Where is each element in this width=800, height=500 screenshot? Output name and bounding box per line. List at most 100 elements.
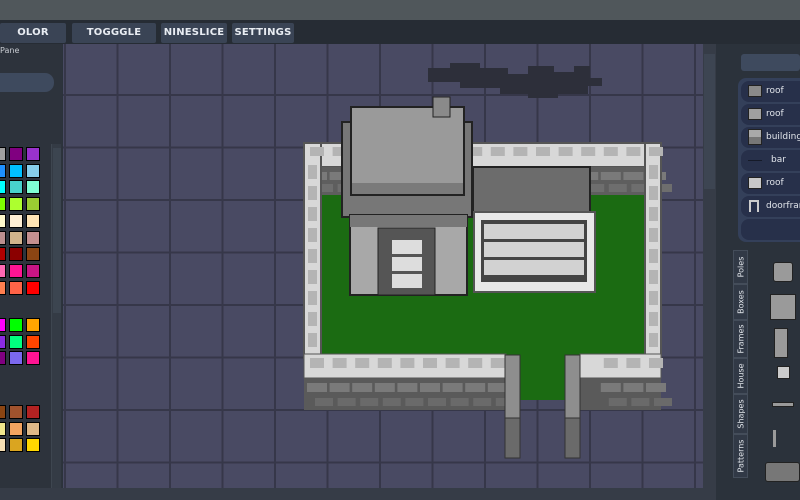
color-swatch[interactable]: [0, 147, 6, 161]
color-swatch[interactable]: [9, 334, 23, 349]
shape-thumbnail[interactable]: [773, 430, 776, 447]
color-swatch[interactable]: [9, 180, 23, 195]
color-swatch[interactable]: [0, 421, 6, 436]
wall-block: [308, 291, 317, 305]
wall-block: [468, 358, 483, 368]
color-swatch[interactable]: [0, 405, 6, 419]
shape-thumbnail[interactable]: [772, 402, 794, 407]
color-swatch[interactable]: [26, 318, 40, 332]
layer-item[interactable]: roof: [741, 81, 800, 102]
tab-shapes[interactable]: Shapes: [733, 394, 748, 434]
shape-thumbnail[interactable]: [773, 262, 793, 282]
color-swatch[interactable]: [9, 147, 23, 161]
wall-block: [603, 147, 618, 156]
color-panel-button[interactable]: OLOR PANEL: [0, 23, 66, 58]
color-swatch[interactable]: [26, 180, 40, 195]
tab-frames[interactable]: Frames: [733, 320, 748, 358]
layer-item[interactable]: building: [741, 127, 800, 148]
tab-boxes[interactable]: Boxes: [733, 284, 748, 320]
color-swatch[interactable]: [0, 263, 6, 278]
color-swatch[interactable]: [9, 318, 23, 332]
shape-thumbnail[interactable]: [770, 294, 796, 320]
roof-swatch-icon: [748, 85, 762, 97]
color-swatch[interactable]: [26, 280, 40, 295]
wall-block: [646, 383, 666, 392]
layer-item[interactable]: roof: [741, 104, 800, 125]
tab-poles[interactable]: Poles: [733, 250, 748, 284]
color-swatch[interactable]: [26, 351, 40, 366]
layer-item[interactable]: [741, 219, 800, 240]
color-swatch[interactable]: [26, 438, 40, 453]
color-swatch[interactable]: [9, 405, 23, 419]
scroll-thumb[interactable]: [704, 54, 715, 189]
bar-line-icon: [748, 160, 762, 161]
layer-item[interactable]: bar: [741, 150, 800, 171]
color-swatch[interactable]: [9, 280, 23, 295]
color-swatch[interactable]: [26, 421, 40, 436]
wall-block: [626, 358, 641, 368]
color-swatch[interactable]: [9, 213, 23, 228]
tab-patterns[interactable]: Patterns: [733, 434, 748, 478]
color-swatch[interactable]: [0, 334, 6, 349]
wall-block: [308, 228, 317, 242]
toolbar: OLOR PANEL TOGGGLE GRID NINESLICE SETTIN…: [0, 20, 800, 58]
nineslice-button[interactable]: NINESLICE: [161, 23, 227, 43]
layer-item[interactable]: roof: [741, 173, 800, 194]
color-swatch[interactable]: [26, 230, 40, 245]
scroll-thumb[interactable]: [53, 148, 61, 313]
wall-block: [649, 147, 663, 156]
shape-thumbnail[interactable]: [777, 366, 790, 379]
layer-item[interactable]: doorframe: [741, 196, 800, 217]
settings-button[interactable]: SETTINGS: [232, 23, 294, 43]
tab-house[interactable]: House: [733, 358, 748, 394]
color-swatch[interactable]: [0, 197, 6, 212]
color-swatch[interactable]: [9, 421, 23, 436]
wall-block: [654, 398, 672, 406]
wall-block: [308, 186, 317, 200]
color-swatch[interactable]: [0, 318, 6, 332]
color-swatch[interactable]: [26, 334, 40, 349]
color-swatch[interactable]: [26, 247, 40, 262]
wall-block: [308, 165, 317, 179]
color-swatch[interactable]: [0, 438, 6, 453]
wall-block: [600, 172, 621, 180]
color-swatch[interactable]: [26, 405, 40, 419]
wall-block: [623, 172, 644, 180]
color-swatch[interactable]: [0, 163, 6, 178]
color-swatch[interactable]: [0, 247, 6, 262]
editor-canvas[interactable]: [63, 44, 716, 488]
color-swatch[interactable]: [26, 163, 40, 178]
color-swatch[interactable]: [9, 230, 23, 245]
wall-block: [308, 270, 317, 284]
color-input[interactable]: [0, 73, 54, 92]
shape-thumbnail[interactable]: [774, 328, 788, 358]
layer-search-input[interactable]: [741, 54, 800, 71]
palette-scrollbar[interactable]: [51, 144, 61, 492]
color-swatch[interactable]: [0, 180, 6, 195]
color-swatch[interactable]: [0, 230, 6, 245]
wall-block: [355, 358, 370, 368]
color-swatch[interactable]: [0, 351, 6, 366]
color-swatch[interactable]: [26, 147, 40, 161]
color-swatch[interactable]: [0, 280, 6, 295]
color-swatch[interactable]: [26, 213, 40, 228]
title-bar: [0, 0, 800, 20]
color-swatch[interactable]: [9, 197, 23, 212]
color-swatch[interactable]: [26, 197, 40, 212]
color-swatch[interactable]: [0, 213, 6, 228]
shape-thumbnail[interactable]: [765, 462, 800, 482]
doorframe-icon: [749, 200, 759, 212]
color-swatch[interactable]: [9, 247, 23, 262]
canvas-vertical-scrollbar[interactable]: [703, 44, 716, 488]
wall-block: [332, 358, 347, 368]
toggle-grid-button[interactable]: TOGGGLE GRID: [72, 23, 156, 58]
canvas-horizontal-scrollbar[interactable]: [0, 488, 716, 500]
wall-block: [649, 207, 658, 221]
color-swatch[interactable]: [9, 163, 23, 178]
wall-block: [397, 383, 418, 392]
color-swatch[interactable]: [26, 263, 40, 278]
color-swatch[interactable]: [9, 438, 23, 453]
color-swatch[interactable]: [9, 263, 23, 278]
gate-post-right: [564, 354, 581, 421]
color-swatch[interactable]: [9, 351, 23, 366]
